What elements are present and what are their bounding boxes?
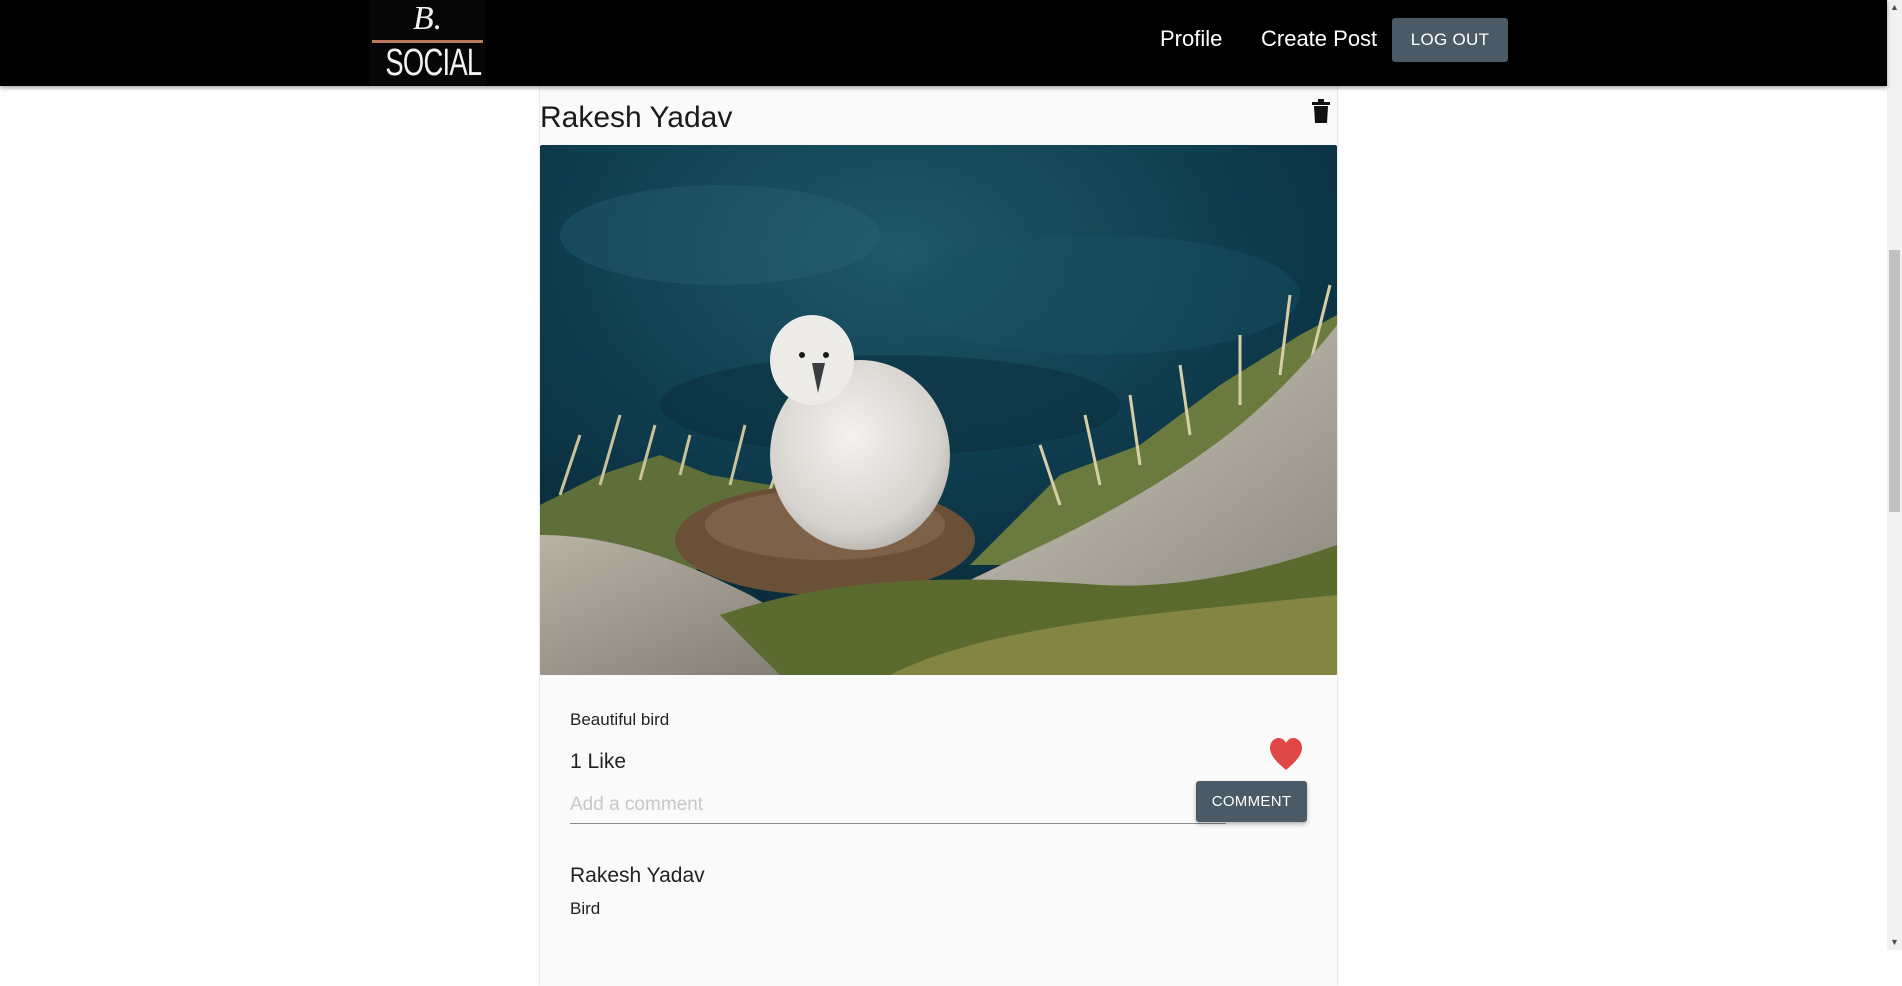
- nav-create-post-link[interactable]: Create Post: [1261, 24, 1377, 54]
- like-count: 1 Like: [570, 750, 627, 773]
- comment-input[interactable]: [570, 786, 1226, 824]
- post-card: Rakesh Yadav Beautiful bird 1 Like Add a…: [540, 86, 1337, 986]
- navbar: B. SOCIAL Profile Create Post LOG OUT: [0, 0, 1887, 86]
- post-caption: Beautiful bird: [570, 710, 670, 729]
- scroll-down-arrow-icon[interactable]: ▼: [1887, 935, 1902, 950]
- post-author: Rakesh Yadav: [540, 101, 733, 134]
- comment-button[interactable]: COMMENT: [1196, 781, 1307, 822]
- logo-word: SOCIAL: [385, 42, 482, 84]
- scroll-up-arrow-icon[interactable]: ▲: [1887, 0, 1902, 15]
- scrollbar[interactable]: ▲ ▼: [1887, 0, 1902, 950]
- logout-button[interactable]: LOG OUT: [1392, 18, 1508, 62]
- post-image: [540, 145, 1337, 675]
- logo[interactable]: B. SOCIAL: [369, 0, 486, 86]
- heart-icon[interactable]: [1268, 737, 1304, 771]
- trash-icon[interactable]: [1312, 99, 1330, 123]
- logo-letter: B.: [412, 0, 443, 37]
- comment-author: Rakesh Yadav: [570, 864, 705, 887]
- nav-profile-link[interactable]: Profile: [1160, 24, 1222, 54]
- scrollbar-thumb[interactable]: [1889, 250, 1900, 512]
- comment-text: Bird: [570, 899, 601, 918]
